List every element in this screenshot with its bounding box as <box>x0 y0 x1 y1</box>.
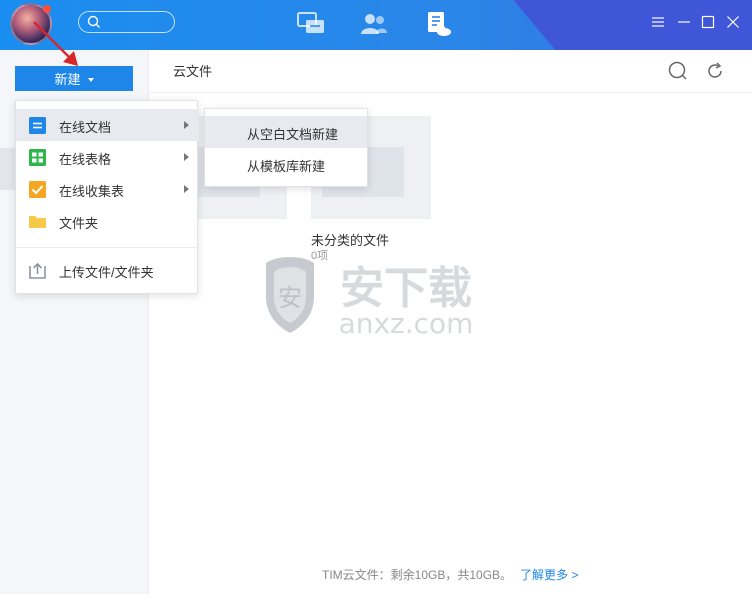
storage-text: TIM云文件：剩余10GB，共10GB。 <box>322 568 513 582</box>
menu-item-label: 在线收集表 <box>59 184 125 199</box>
doc-icon <box>29 117 46 134</box>
notification-dot <box>43 5 51 13</box>
sheet-icon <box>29 149 46 166</box>
chevron-right-icon <box>184 153 189 161</box>
storage-footer: TIM云文件：剩余10GB，共10GB。 了解更多 > <box>322 566 578 583</box>
menu-item-label: 在线表格 <box>59 152 112 167</box>
watermark-logo: 安 安下载 anxz.com <box>266 257 474 337</box>
menu-item-folder[interactable]: 文件夹 <box>16 205 199 237</box>
submenu-item-template[interactable]: 从模板库新建 <box>205 148 367 180</box>
minimize-icon[interactable] <box>677 15 691 29</box>
menu-item-label: 上传文件/文件夹 <box>59 265 154 280</box>
chevron-right-icon <box>184 185 189 193</box>
page-title: 云文件 <box>173 64 213 79</box>
search-input[interactable] <box>78 11 175 33</box>
menu-item-online-doc[interactable]: 在线文档 <box>16 109 199 141</box>
nav-cloud-docs[interactable] <box>423 10 453 38</box>
upload-icon <box>29 262 46 279</box>
svg-text:安: 安 <box>278 284 302 312</box>
cloud-docs-icon <box>428 12 451 36</box>
submenu-item-label: 从空白文档新建 <box>247 127 339 142</box>
refresh-icon[interactable] <box>705 61 725 81</box>
menu-item-online-sheet[interactable]: 在线表格 <box>16 141 199 173</box>
search-icon[interactable] <box>668 61 688 81</box>
chat-icon <box>297 12 324 33</box>
annotation-arrow <box>33 21 78 66</box>
online-doc-submenu: 从空白文档新建 从模板库新建 <box>204 108 368 187</box>
maximize-icon[interactable] <box>701 15 715 29</box>
chevron-down-icon <box>87 77 94 82</box>
menu-item-online-form[interactable]: 在线收集表 <box>16 173 199 205</box>
header-divider <box>150 92 752 93</box>
nav-contacts[interactable] <box>359 10 389 38</box>
contacts-icon <box>361 14 387 34</box>
form-check-icon <box>29 181 46 198</box>
close-icon[interactable] <box>726 15 740 29</box>
folder-icon <box>29 216 46 228</box>
menu-item-upload[interactable]: 上传文件/文件夹 <box>16 254 199 286</box>
chevron-right-icon <box>184 121 189 129</box>
nav-messages[interactable] <box>296 10 326 38</box>
new-dropdown-menu: 在线文档 在线表格 在线收集表 文件夹 上传文件/文件夹 <box>15 100 199 294</box>
menu-item-label: 文件夹 <box>59 216 99 231</box>
submenu-item-label: 从模板库新建 <box>247 159 326 174</box>
menu-item-label: 在线文档 <box>59 120 112 135</box>
svg-text:anxz.com: anxz.com <box>339 307 474 337</box>
learn-more-link[interactable]: 了解更多 > <box>520 568 578 582</box>
submenu-item-blank-doc[interactable]: 从空白文档新建 <box>205 116 367 148</box>
menu-icon[interactable] <box>651 15 665 29</box>
menu-divider <box>16 247 199 248</box>
